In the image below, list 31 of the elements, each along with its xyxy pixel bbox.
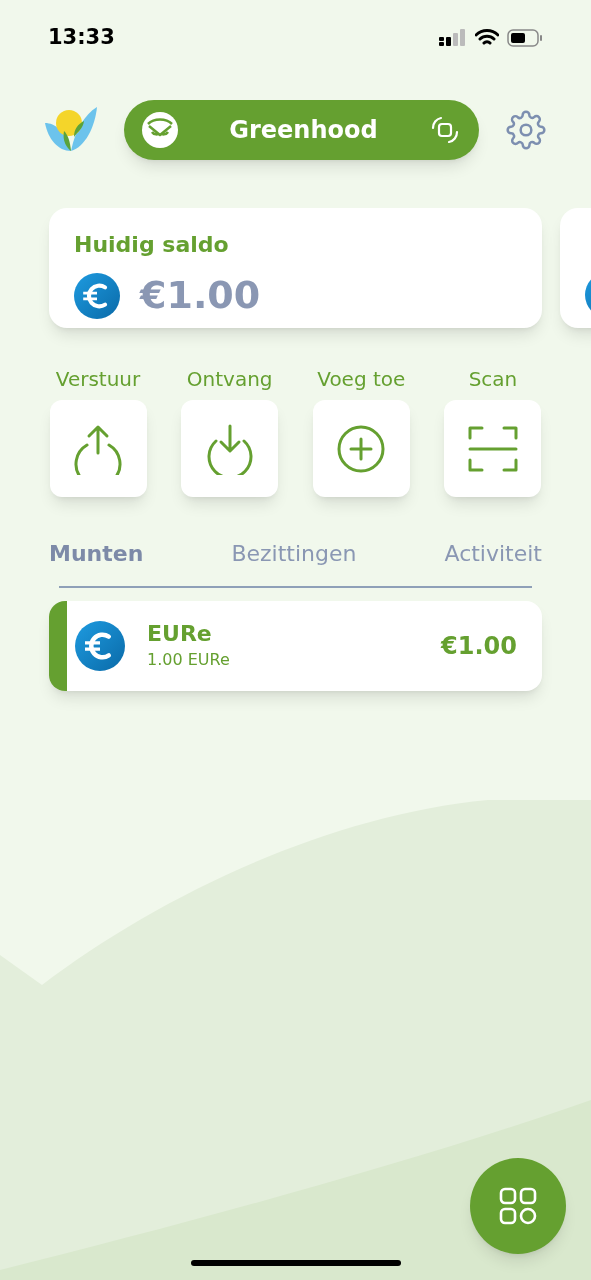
tab[interactable]: Activiteit	[444, 537, 542, 570]
token-value: €1.00	[441, 631, 517, 662]
tab[interactable]: Bezittingen	[231, 537, 357, 570]
wifi-icon	[475, 29, 499, 47]
action-label: Voeg toe	[317, 366, 406, 393]
action-button[interactable]	[312, 400, 410, 497]
logo-icon	[44, 107, 98, 153]
signal-icon	[439, 29, 467, 47]
euro-coin-icon	[75, 621, 125, 671]
download-icon	[204, 422, 255, 475]
token-name: EURe	[147, 620, 213, 648]
status-time: 13:33	[48, 24, 115, 52]
euro-coin-icon	[74, 272, 120, 319]
action-label: Scan	[468, 366, 518, 393]
account-switcher-button[interactable]: Greenhood	[124, 100, 479, 160]
balance-amount: €1.00	[140, 272, 261, 319]
action-label: Verstuur	[55, 366, 141, 393]
battery-icon	[507, 29, 543, 47]
action-button[interactable]	[49, 400, 147, 497]
action-button[interactable]	[181, 400, 279, 497]
token-balance: 1.00 EURe	[147, 648, 231, 671]
action-button[interactable]	[444, 400, 542, 497]
action-label: Ontvang	[186, 366, 273, 393]
tab[interactable]: Munten	[49, 537, 144, 570]
owl-icon	[142, 112, 178, 148]
token-row[interactable]: EURe 1.00 EURe €1.00	[49, 601, 542, 691]
settings-icon[interactable]	[505, 109, 547, 151]
balance-title: Huidig saldo	[74, 231, 230, 259]
plus-circle-icon	[336, 423, 387, 474]
grid-icon	[499, 1187, 537, 1225]
switch-icon	[429, 114, 461, 146]
